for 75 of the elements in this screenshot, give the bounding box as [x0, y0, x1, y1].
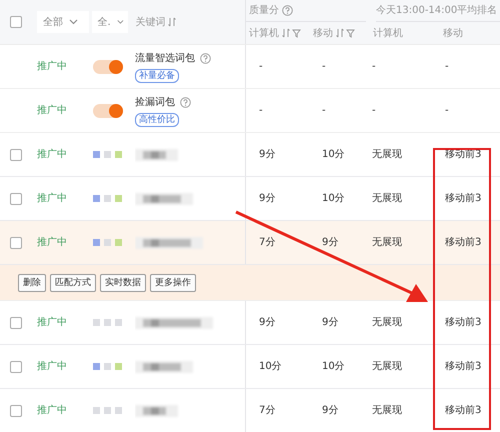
toggle-switch[interactable]	[93, 104, 123, 118]
status-text: 推广中	[37, 361, 67, 372]
table-cell: 移动前3	[445, 405, 482, 416]
sort-icon[interactable]	[336, 28, 344, 38]
status-text: 推广中	[37, 61, 67, 72]
table-cell-text: 7分	[259, 236, 276, 250]
table-cell-text: 10分	[259, 360, 282, 374]
chevron-down-icon	[69, 19, 78, 25]
column-header: 计算机	[373, 28, 403, 38]
column-group-header: 今天13:00-14:00平均排名	[376, 4, 498, 18]
table-cell: -	[445, 105, 449, 116]
tag: 高性价比	[135, 112, 179, 126]
tag: 补量必备	[135, 68, 179, 82]
toggle-switch[interactable]	[93, 60, 123, 74]
table-cell: 10分	[322, 193, 345, 204]
table-cell: 移动前3	[445, 237, 482, 248]
help-icon[interactable]	[200, 52, 211, 64]
table-cell: -	[372, 105, 376, 116]
sort-icon[interactable]	[282, 28, 290, 38]
table-cell: 10分	[322, 361, 345, 372]
table-cell: 移动前3	[445, 193, 482, 204]
action-button[interactable]: 删除	[18, 274, 46, 292]
chevron-down-icon	[116, 19, 124, 25]
column-header: 计算机	[249, 26, 279, 40]
status-text: 推广中	[37, 317, 67, 328]
table-cell: 10分	[322, 149, 345, 160]
filter-dropdown[interactable]: 全部	[37, 11, 89, 33]
row-checkbox[interactable]	[10, 316, 22, 328]
action-button[interactable]: 更多操作	[150, 274, 196, 292]
help-icon[interactable]	[282, 5, 292, 16]
table-cell: -	[322, 61, 326, 72]
row-checkbox[interactable]	[10, 192, 22, 204]
table-cell: 无展现	[372, 237, 402, 248]
table-cell: -	[372, 61, 376, 72]
status-text: 推广中	[37, 405, 67, 416]
select-all-checkbox[interactable]	[10, 16, 22, 28]
filter-dropdown[interactable]: 全.	[92, 11, 128, 33]
table-cell: 无展现	[372, 405, 402, 416]
status-text: 推广中	[37, 149, 67, 160]
column-header: 关键词	[136, 16, 166, 30]
package-name: 流量智选词包	[135, 52, 195, 66]
filter-icon[interactable]	[346, 28, 355, 38]
status-text: 推广中	[37, 193, 67, 204]
sort-icon[interactable]	[168, 17, 176, 27]
table-cell: -	[322, 105, 326, 116]
status-text: 推广中	[37, 237, 67, 248]
table-cell: 9分	[322, 405, 338, 416]
table-cell-text: -	[259, 60, 263, 74]
table-cell: 移动前3	[445, 317, 482, 328]
table-cell: 9分	[322, 317, 338, 328]
row-checkbox[interactable]	[10, 404, 22, 416]
table-cell: 无展现	[372, 193, 402, 204]
column-header: 移动	[443, 28, 463, 38]
table-cell: -	[445, 61, 449, 72]
action-button[interactable]: 匹配方式	[50, 274, 96, 292]
table-cell-text: -	[259, 104, 263, 118]
column-group-header: 质量分	[249, 4, 279, 18]
table-cell: 无展现	[372, 149, 402, 160]
table-cell-text: 9分	[259, 148, 276, 162]
table-cell-text: 9分	[259, 192, 276, 206]
row-checkbox[interactable]	[10, 236, 22, 248]
table-cell: 无展现	[372, 361, 402, 372]
row-checkbox[interactable]	[10, 360, 22, 372]
table-cell-text: 7分	[259, 404, 276, 418]
filter-icon[interactable]	[292, 28, 301, 38]
action-button[interactable]: 实时数据	[100, 274, 146, 292]
help-icon[interactable]	[180, 96, 191, 108]
table-cell: 9分	[322, 237, 338, 248]
package-name: 捡漏词包	[135, 96, 175, 110]
status-text: 推广中	[37, 105, 67, 116]
column-header: 移动	[313, 26, 333, 40]
table-cell: 移动前3	[445, 361, 482, 372]
row-checkbox[interactable]	[10, 148, 22, 160]
table-cell-text: 9分	[259, 316, 276, 330]
table-cell: 无展现	[372, 317, 402, 328]
